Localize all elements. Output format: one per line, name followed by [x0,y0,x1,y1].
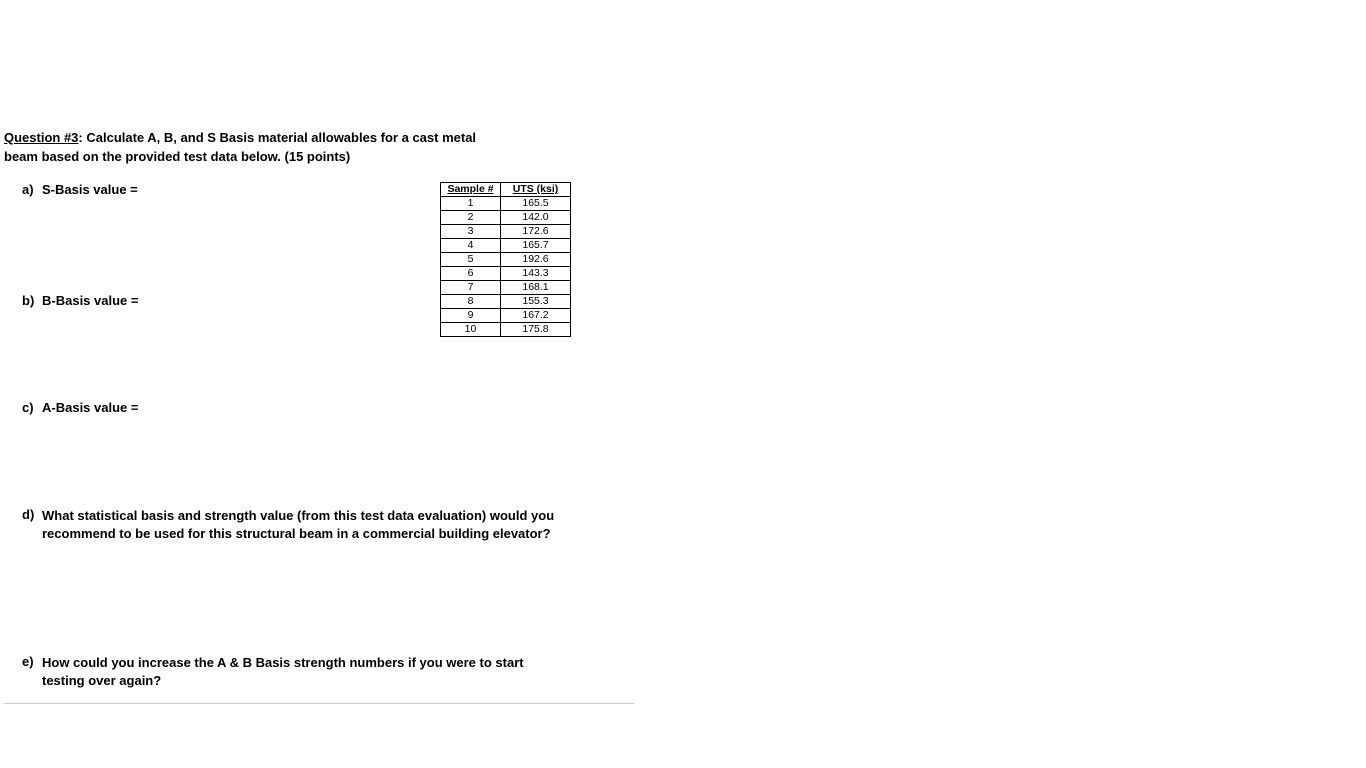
table-row: 10175.8 [441,323,571,337]
question-title-line1: : Calculate A, B, and S Basis material a… [78,130,476,145]
cell-sample: 1 [441,197,501,211]
table-body: 1165.5 2142.0 3172.6 4165.7 5192.6 6143.… [441,197,571,337]
table-header-sample: Sample # [441,183,501,197]
table-row: 7168.1 [441,281,571,295]
part-d: d)What statistical basis and strength va… [4,507,1366,542]
cell-sample: 4 [441,239,501,253]
cell-uts: 165.5 [501,197,571,211]
part-a-label: a) [22,182,42,197]
uts-data-table: Sample # UTS (ksi) 1165.5 2142.0 3172.6 … [440,182,571,337]
content-wrapper: Sample # UTS (ksi) 1165.5 2142.0 3172.6 … [4,182,1366,689]
part-e-text: How could you increase the A & B Basis s… [42,654,562,689]
part-e-label: e) [22,654,42,669]
cell-uts: 175.8 [501,323,571,337]
cell-uts: 168.1 [501,281,571,295]
cell-sample: 3 [441,225,501,239]
cell-uts: 167.2 [501,309,571,323]
question-title-line2: beam based on the provided test data bel… [4,149,1366,164]
document-page: Question #3: Calculate A, B, and S Basis… [0,0,1366,704]
part-c-label: c) [22,400,42,415]
cell-sample: 7 [441,281,501,295]
cell-sample: 6 [441,267,501,281]
cell-uts: 142.0 [501,211,571,225]
table-header-row: Sample # UTS (ksi) [441,183,571,197]
table-row: 1165.5 [441,197,571,211]
table-header-uts: UTS (ksi) [501,183,571,197]
part-a: a)S-Basis value = [4,182,1366,197]
cell-sample: 10 [441,323,501,337]
separator-line [4,703,634,704]
cell-uts: 143.3 [501,267,571,281]
question-header: Question #3: Calculate A, B, and S Basis… [4,130,1366,145]
cell-uts: 192.6 [501,253,571,267]
table-row: 4165.7 [441,239,571,253]
part-a-text: S-Basis value = [42,182,138,197]
cell-uts: 155.3 [501,295,571,309]
table-row: 5192.6 [441,253,571,267]
cell-sample: 9 [441,309,501,323]
part-d-label: d) [22,507,42,522]
table-row: 9167.2 [441,309,571,323]
part-d-text: What statistical basis and strength valu… [42,507,562,542]
table-row: 3172.6 [441,225,571,239]
cell-sample: 8 [441,295,501,309]
cell-uts: 165.7 [501,239,571,253]
part-c-text: A-Basis value = [42,400,138,415]
part-b-label: b) [22,293,42,308]
part-b-text: B-Basis value = [42,293,138,308]
table-row: 6143.3 [441,267,571,281]
part-e: e)How could you increase the A & B Basis… [4,654,1366,689]
part-b: b)B-Basis value = [4,293,1366,308]
part-c: c)A-Basis value = [4,400,1366,415]
question-number: Question #3 [4,130,78,145]
cell-sample: 5 [441,253,501,267]
cell-sample: 2 [441,211,501,225]
table-row: 2142.0 [441,211,571,225]
cell-uts: 172.6 [501,225,571,239]
table-row: 8155.3 [441,295,571,309]
